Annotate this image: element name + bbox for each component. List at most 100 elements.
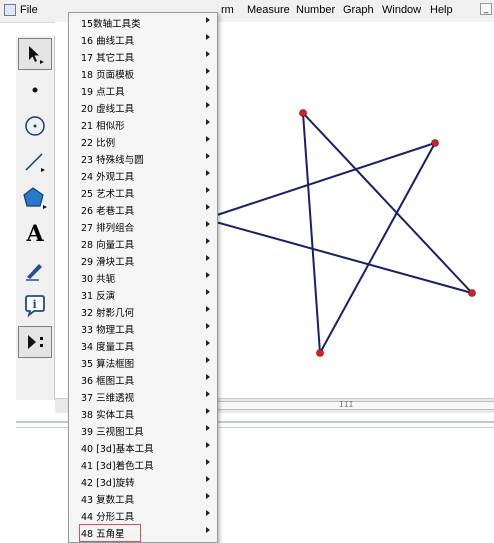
- submenu-item[interactable]: 25 艺术工具: [69, 184, 217, 201]
- compass-icon: [25, 116, 45, 136]
- submenu-arrow-icon: [206, 238, 210, 244]
- submenu-item[interactable]: 36 框图工具: [69, 371, 217, 388]
- star-segment[interactable]: [302, 112, 473, 294]
- star-segment[interactable]: [302, 112, 321, 354]
- arrow-select-icon: [29, 46, 44, 64]
- straightedge-tool[interactable]: [18, 146, 52, 178]
- star-vertex-point[interactable]: [316, 349, 324, 357]
- minimize-button[interactable]: _: [480, 3, 492, 15]
- submenu-item[interactable]: 40 [3d]基本工具: [69, 439, 217, 456]
- scrollbar-thumb[interactable]: III: [205, 400, 494, 410]
- marker-tool[interactable]: [18, 254, 52, 286]
- submenu-item-label: 31 反演: [81, 291, 116, 302]
- submenu-item[interactable]: 30 共轭: [69, 269, 217, 286]
- star-segment[interactable]: [204, 218, 473, 294]
- star-vertex-point[interactable]: [299, 109, 307, 117]
- submenu-arrow-icon: [206, 221, 210, 227]
- scroll-grip: III: [339, 400, 354, 409]
- submenu-arrow-icon: [206, 17, 210, 23]
- submenu-item[interactable]: 17 其它工具: [69, 48, 217, 65]
- submenu-item[interactable]: 27 排列组合: [69, 218, 217, 235]
- submenu-arrow-icon: [206, 102, 210, 108]
- submenu-item-label: 41 [3d]着色工具: [81, 461, 154, 472]
- submenu-item[interactable]: 22 比例: [69, 133, 217, 150]
- submenu-item-label: 32 射影几何: [81, 308, 135, 319]
- submenu-item[interactable]: 19 点工具: [69, 82, 217, 99]
- submenu-item[interactable]: 18 页面模板: [69, 65, 217, 82]
- submenu-arrow-icon: [206, 255, 210, 261]
- submenu-item-label: 35 算法框图: [81, 359, 135, 370]
- custom-tools[interactable]: [18, 326, 52, 358]
- menu-number[interactable]: Number: [296, 4, 335, 16]
- star-vertex-point[interactable]: [431, 139, 439, 147]
- app-icon: [4, 4, 16, 16]
- submenu-arrow-icon: [206, 442, 210, 448]
- submenu-item[interactable]: 31 反演: [69, 286, 217, 303]
- submenu-arrow-icon: [206, 289, 210, 295]
- submenu-item[interactable]: 39 三视图工具: [69, 422, 217, 439]
- submenu-item-label: 39 三视图工具: [81, 427, 144, 438]
- submenu-item-label: 27 排列组合: [81, 223, 135, 234]
- submenu-item-label: 43 复数工具: [81, 495, 135, 506]
- compass-tool[interactable]: [18, 110, 52, 142]
- submenu-item-label: 21 相似形: [81, 121, 125, 132]
- submenu-arrow-icon: [206, 187, 210, 193]
- text-tool[interactable]: A: [18, 218, 52, 250]
- submenu-item-label: 19 点工具: [81, 87, 125, 98]
- submenu-item-label: 34 度量工具: [81, 342, 135, 353]
- submenu-item[interactable]: 16 曲线工具: [69, 31, 217, 48]
- menu-window[interactable]: Window: [382, 4, 421, 16]
- submenu-arrow-icon: [206, 153, 210, 159]
- submenu-item[interactable]: 24 外观工具: [69, 167, 217, 184]
- menu-transform[interactable]: rm: [221, 4, 234, 16]
- submenu-item[interactable]: 21 相似形: [69, 116, 217, 133]
- arrow-select-tool[interactable]: [18, 38, 52, 70]
- submenu-item[interactable]: 43 复数工具: [69, 490, 217, 507]
- submenu-item[interactable]: 23 特殊线与圆: [69, 150, 217, 167]
- submenu-arrow-icon: [206, 323, 210, 329]
- submenu-item[interactable]: 28 向量工具: [69, 235, 217, 252]
- submenu-item-label: 17 其它工具: [81, 53, 135, 64]
- submenu-item[interactable]: 34 度量工具: [69, 337, 217, 354]
- submenu-item-label: 28 向量工具: [81, 240, 135, 251]
- submenu-item-label: 15数轴工具类: [81, 19, 141, 30]
- submenu-item-label: 26 老巷工具: [81, 206, 135, 217]
- custom-tool-icon: [28, 335, 43, 349]
- menu-help[interactable]: Help: [430, 4, 453, 16]
- menu-file[interactable]: File: [20, 4, 38, 16]
- submenu-item-label: 25 艺术工具: [81, 189, 135, 200]
- submenu-arrow-icon: [206, 476, 210, 482]
- information-icon: i: [25, 295, 45, 318]
- submenu-item[interactable]: 15数轴工具类: [69, 14, 217, 31]
- submenu-item[interactable]: 48 五角星: [69, 524, 217, 542]
- submenu-item[interactable]: 26 老巷工具: [69, 201, 217, 218]
- toolbox: A i: [16, 36, 55, 400]
- submenu-item[interactable]: 20 虚线工具: [69, 99, 217, 116]
- submenu-arrow-icon: [206, 510, 210, 516]
- submenu-arrow-icon: [206, 51, 210, 57]
- menu-measure[interactable]: Measure: [247, 4, 290, 16]
- submenu-item[interactable]: 44 分形工具: [69, 507, 217, 524]
- polygon-icon: [23, 187, 47, 209]
- submenu-item-label: 44 分形工具: [81, 512, 135, 523]
- submenu-item-label: 33 物理工具: [81, 325, 135, 336]
- point-tool[interactable]: [18, 74, 52, 106]
- submenu-item[interactable]: 42 [3d]旋转: [69, 473, 217, 490]
- submenu-item[interactable]: 38 实体工具: [69, 405, 217, 422]
- submenu-item[interactable]: 37 三维透视: [69, 388, 217, 405]
- menu-graph[interactable]: Graph: [343, 4, 374, 16]
- info-glyph: i: [33, 298, 37, 311]
- submenu-item[interactable]: 29 滑块工具: [69, 252, 217, 269]
- point-icon: [32, 87, 38, 93]
- polygon-tool[interactable]: [18, 182, 52, 214]
- marker-pen-icon: [26, 264, 42, 281]
- information-tool[interactable]: i: [18, 290, 52, 322]
- submenu-item[interactable]: 33 物理工具: [69, 320, 217, 337]
- submenu-arrow-icon: [206, 170, 210, 176]
- star-vertex-point[interactable]: [468, 289, 476, 297]
- submenu-arrow-icon: [206, 306, 210, 312]
- submenu-item[interactable]: 32 射影几何: [69, 303, 217, 320]
- submenu-item[interactable]: 35 算法框图: [69, 354, 217, 371]
- submenu-item-label: 18 页面模板: [81, 70, 135, 81]
- submenu-item[interactable]: 41 [3d]着色工具: [69, 456, 217, 473]
